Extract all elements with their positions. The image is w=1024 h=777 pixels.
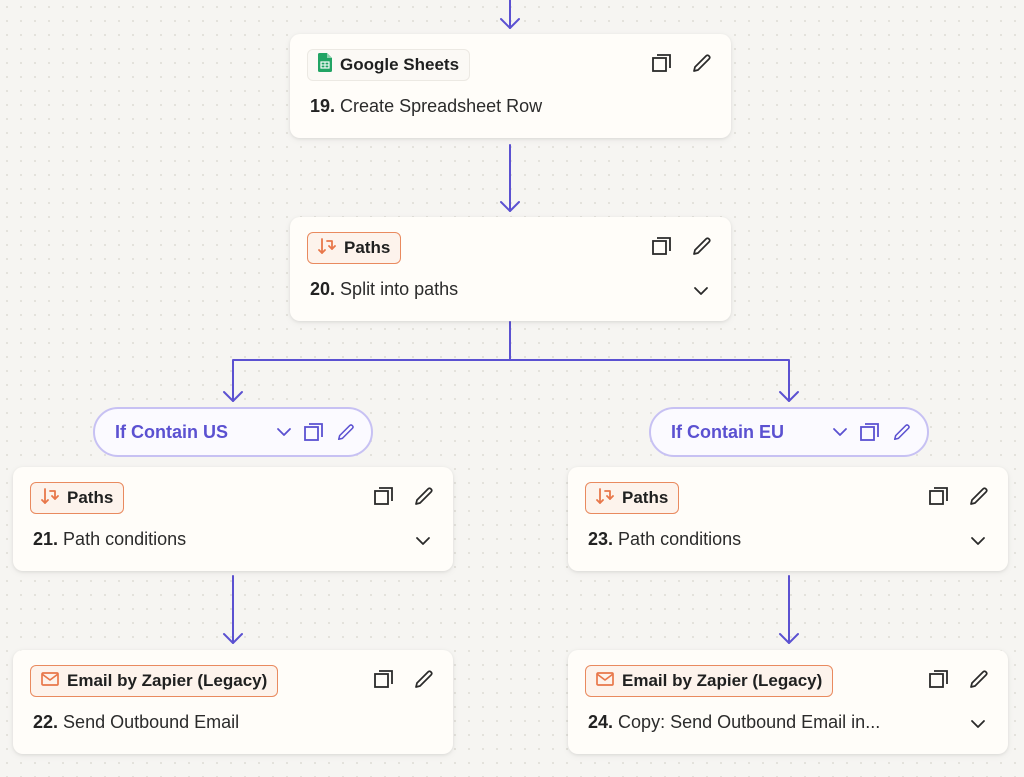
step-title-text: Path conditions [63,529,187,549]
app-badge[interactable]: Email by Zapier (Legacy) [585,665,834,697]
step-card-21[interactable]: Paths 21. Path conditions [13,467,453,571]
step-number: 20. [310,279,336,299]
app-badge[interactable]: Paths [30,482,125,514]
step-title-text: Path conditions [618,529,742,549]
duplicate-icon[interactable] [651,52,673,74]
app-badge[interactable]: Email by Zapier (Legacy) [30,665,279,697]
step-number: 19. [310,96,336,116]
connector-21-22 [223,575,243,644]
step-card-20[interactable]: Paths 20. Split into paths [290,217,731,321]
step-card-23[interactable]: Paths 23. Path conditions [568,467,1008,571]
chevron-down-icon[interactable] [968,716,988,732]
app-name: Email by Zapier (Legacy) [67,671,268,690]
workflow-canvas[interactable]: Google Sheets 19. Create Spreadsheet Row… [0,0,1024,777]
app-badge[interactable]: Google Sheets [307,49,471,81]
edit-pencil-icon[interactable] [335,421,357,443]
step-card-24[interactable]: Email by Zapier (Legacy) 24. Copy: Send … [568,650,1008,754]
step-title: 22. Send Outbound Email [33,712,239,733]
condition-label: If Contain EU [671,421,784,442]
connector-23-24 [779,575,799,644]
email-icon [41,671,59,691]
paths-icon [318,237,336,260]
step-title: 23. Path conditions [588,529,741,550]
app-name: Google Sheets [340,55,460,74]
step-number: 22. [33,712,59,732]
step-title-text: Copy: Send Outbound Email in... [618,712,881,732]
email-icon [596,671,614,691]
paths-icon [596,487,614,510]
paths-icon [41,487,59,510]
path-condition-us[interactable]: If Contain US [93,407,373,457]
step-title: 19. Create Spreadsheet Row [310,96,542,117]
connector-split [223,321,799,402]
step-title: 24. Copy: Send Outbound Email in... [588,712,880,733]
step-title-text: Send Outbound Email [63,712,240,732]
step-title-text: Split into paths [340,279,459,299]
edit-pencil-icon[interactable] [891,421,913,443]
edit-pencil-icon[interactable] [413,485,435,507]
edit-pencil-icon[interactable] [691,235,713,257]
chevron-down-icon[interactable] [275,421,293,443]
condition-label: If Contain US [115,421,228,442]
chevron-down-icon[interactable] [831,421,849,443]
connector-19-20 [500,144,520,212]
duplicate-icon[interactable] [373,485,395,507]
duplicate-icon[interactable] [928,668,950,690]
duplicate-icon[interactable] [303,421,325,443]
app-name: Paths [344,238,391,257]
app-badge[interactable]: Paths [585,482,680,514]
duplicate-icon[interactable] [928,485,950,507]
edit-pencil-icon[interactable] [968,485,990,507]
duplicate-icon[interactable] [373,668,395,690]
step-number: 24. [588,712,614,732]
duplicate-icon[interactable] [859,421,881,443]
step-title: 20. Split into paths [310,279,458,300]
chevron-down-icon[interactable] [968,533,988,549]
app-badge[interactable]: Paths [307,232,402,264]
edit-pencil-icon[interactable] [413,668,435,690]
edit-pencil-icon[interactable] [691,52,713,74]
app-name: Paths [67,488,114,507]
step-number: 23. [588,529,614,549]
chevron-down-icon[interactable] [691,283,711,299]
step-title: 21. Path conditions [33,529,186,550]
path-condition-eu[interactable]: If Contain EU [649,407,929,457]
duplicate-icon[interactable] [651,235,673,257]
step-number: 21. [33,529,59,549]
app-name: Email by Zapier (Legacy) [622,671,823,690]
chevron-down-icon[interactable] [413,533,433,549]
step-card-19[interactable]: Google Sheets 19. Create Spreadsheet Row [290,34,731,138]
connector-top [500,0,520,29]
edit-pencil-icon[interactable] [968,668,990,690]
step-card-22[interactable]: Email by Zapier (Legacy) 22. Send Outbou… [13,650,453,754]
app-name: Paths [622,488,669,507]
step-title-text: Create Spreadsheet Row [340,96,543,116]
google-sheets-icon [318,53,332,77]
